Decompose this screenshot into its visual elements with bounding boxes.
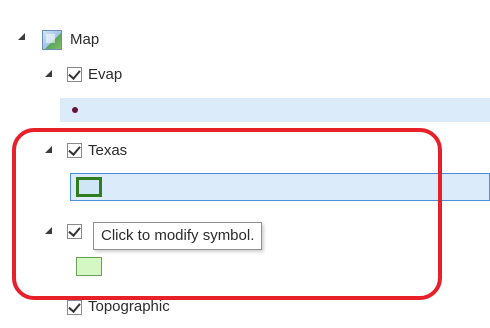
contents-tree: Map Evap Texas Topographic Click to modi… <box>0 0 490 328</box>
topographic-check-icon <box>68 300 81 313</box>
map-expander-icon[interactable] <box>18 33 25 40</box>
evap-symbol-row[interactable] <box>60 98 490 122</box>
evap-checkbox[interactable] <box>67 67 82 82</box>
topographic-layer-label[interactable]: Topographic <box>88 298 170 316</box>
evap-point-symbol[interactable] <box>72 107 78 113</box>
evap-check-icon <box>68 67 81 80</box>
annotation-highlight-ring <box>12 128 442 300</box>
topographic-checkbox[interactable] <box>67 300 82 315</box>
evap-layer-label[interactable]: Evap <box>88 66 122 84</box>
map-icon <box>42 30 62 50</box>
map-label[interactable]: Map <box>70 31 99 49</box>
evap-expander-icon[interactable] <box>45 70 52 77</box>
